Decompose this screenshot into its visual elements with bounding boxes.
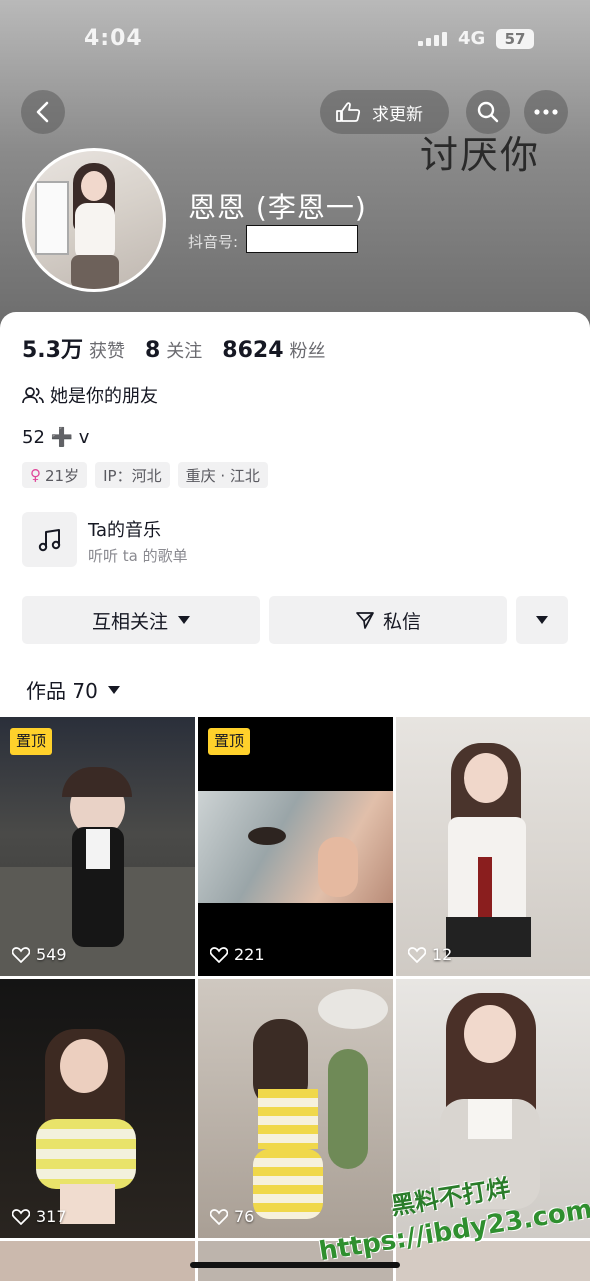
heart-icon xyxy=(210,946,228,963)
home-indicator xyxy=(190,1262,400,1268)
heart-icon xyxy=(408,946,426,963)
music-title: Ta的音乐 xyxy=(88,520,162,541)
search-icon xyxy=(477,101,499,123)
video-thumbnail[interactable]: 317 xyxy=(0,979,195,1238)
followers-count[interactable]: 8624 xyxy=(222,338,283,363)
music-entry[interactable]: Ta的音乐 听听 ta 的歌单 xyxy=(22,512,562,570)
heart-icon xyxy=(210,1208,228,1225)
friend-relation: 她是你的朋友 xyxy=(22,382,158,408)
tab-works[interactable]: 作品 70 xyxy=(26,675,120,704)
mutual-follow-button[interactable]: 互相关注 xyxy=(22,596,260,644)
recommend-dropdown-button[interactable] xyxy=(516,596,568,644)
chevron-left-icon xyxy=(36,101,49,123)
profile-bio: 52 ➕ v xyxy=(22,427,90,448)
like-count: 12 xyxy=(408,945,452,964)
battery-icon: 57 xyxy=(496,29,534,49)
more-horizontal-icon xyxy=(534,109,558,115)
works-tab-label: 作品 70 xyxy=(26,679,98,703)
ip-location-tag: IP：河北 xyxy=(95,462,170,488)
age-tag: ♀ 21岁 xyxy=(22,462,88,488)
overlay-caption: 讨厌你 xyxy=(420,133,541,177)
redacted-id-box xyxy=(246,225,358,253)
heart-icon xyxy=(12,1208,30,1225)
like-count: 221 xyxy=(210,945,265,964)
send-icon xyxy=(356,612,374,629)
profile-nickname: 恩恩 (李恩一) xyxy=(188,191,367,224)
likes-label: 获赞 xyxy=(88,341,125,362)
location-tag: 重庆 · 江北 xyxy=(177,462,268,488)
profile-stats: 5.3万 获赞 8 关注 8624 粉丝 xyxy=(22,332,346,364)
following-count[interactable]: 8 xyxy=(145,338,160,363)
message-label: 私信 xyxy=(382,610,421,633)
caret-down-icon xyxy=(536,616,548,624)
following-label: 关注 xyxy=(166,341,203,362)
message-button[interactable]: 私信 xyxy=(269,596,507,644)
status-time: 4:04 xyxy=(84,26,143,51)
avatar[interactable] xyxy=(22,148,166,292)
caret-down-icon xyxy=(107,685,120,694)
like-count: 549 xyxy=(12,945,67,964)
heart-icon xyxy=(12,946,30,963)
video-thumbnail[interactable] xyxy=(0,1241,195,1281)
like-count: 317 xyxy=(12,1207,67,1226)
friends-icon xyxy=(22,386,44,404)
back-button[interactable] xyxy=(21,90,65,134)
request-update-label: 求更新 xyxy=(372,104,423,125)
video-thumbnail[interactable]: 置顶 549 xyxy=(0,717,195,976)
music-subtitle: 听听 ta 的歌单 xyxy=(88,547,188,565)
likes-count[interactable]: 5.3万 xyxy=(22,332,83,364)
douyin-id-label: 抖音号: xyxy=(188,233,239,251)
pinned-badge: 置顶 xyxy=(10,728,53,755)
female-icon: ♀ xyxy=(30,466,41,484)
music-note-icon xyxy=(22,512,77,567)
pinned-badge: 置顶 xyxy=(208,728,251,755)
video-thumbnail[interactable]: 置顶 221 xyxy=(198,717,393,976)
like-count: 76 xyxy=(210,1207,254,1226)
status-bar: 4:04 4G 57 xyxy=(0,24,590,58)
profile-tags: ♀ 21岁 IP：河北 重庆 · 江北 xyxy=(22,462,276,488)
mutual-follow-label: 互相关注 xyxy=(91,610,168,633)
caret-down-icon xyxy=(178,616,190,624)
video-thumbnail[interactable]: 12 xyxy=(396,717,590,976)
signal-icon xyxy=(418,32,448,46)
friend-relation-text: 她是你的朋友 xyxy=(50,386,158,407)
followers-label: 粉丝 xyxy=(289,341,326,362)
network-type: 4G xyxy=(458,28,486,49)
pointing-hand-icon xyxy=(334,100,362,124)
